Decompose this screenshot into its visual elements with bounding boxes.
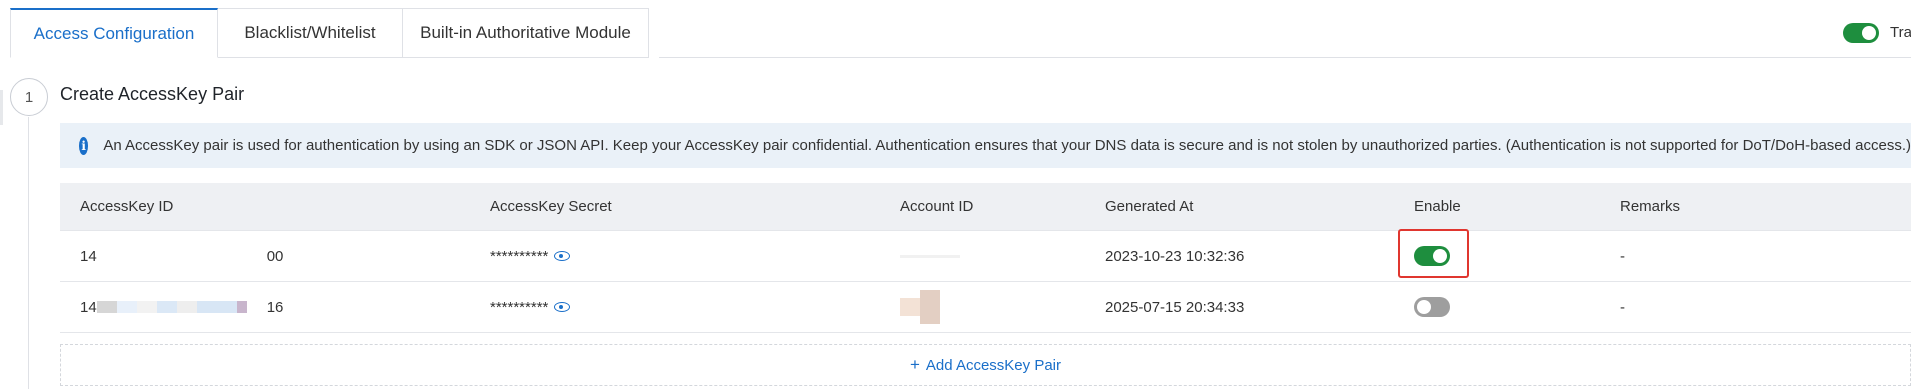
remarks: - (1620, 298, 1625, 316)
header-accesskey-id: AccessKey ID (80, 198, 174, 215)
account-id (900, 282, 940, 332)
alert-text: An AccessKey pair is used for authentica… (103, 137, 1911, 154)
redacted-block (920, 290, 940, 324)
enable-toggle[interactable] (1414, 297, 1450, 317)
eye-icon[interactable] (554, 251, 571, 261)
plus-icon: + (909, 355, 920, 374)
header-enable: Enable (1414, 198, 1461, 215)
step-number: 1 (10, 78, 48, 116)
accesskey-id: 14 16 (80, 282, 283, 332)
step-connector (28, 117, 29, 389)
accesskey-id-end: 00 (266, 247, 284, 265)
header-accesskey-secret: AccessKey Secret (490, 198, 612, 215)
tab-access-configuration[interactable]: Access Configuration (10, 8, 218, 58)
step-title: Create AccessKey Pair (60, 84, 245, 104)
accesskey-secret: ********** (490, 282, 571, 332)
accesskey-table: AccessKey ID AccessKey Secret Account ID… (60, 183, 1911, 333)
generated-at: 2025-07-15 20:34:33 (1105, 298, 1245, 316)
tab-bar: Access Configuration Blacklist/Whitelist… (10, 8, 649, 58)
header-generated-at: Generated At (1105, 198, 1194, 215)
tab-divider (659, 57, 1911, 58)
table-header: AccessKey ID AccessKey Secret Account ID… (60, 183, 1911, 231)
left-edge-marker (0, 90, 3, 125)
info-alert: i An AccessKey pair is used for authenti… (60, 123, 1911, 168)
info-icon: i (79, 136, 89, 155)
secret-mask: ********** (490, 247, 549, 265)
enable-cell (1414, 282, 1450, 332)
accesskey-id-end: 16 (266, 298, 284, 316)
traffic-toggle[interactable] (1843, 23, 1879, 43)
accesskey-id-start: 14 (80, 247, 97, 265)
highlight-box (1398, 229, 1469, 278)
redacted-block (900, 254, 960, 258)
remarks: - (1620, 247, 1625, 265)
accesskey-secret: ********** (490, 231, 571, 281)
table-row: 14 16 ********** 2025-07-15 20:34:33 - (60, 282, 1911, 333)
eye-icon[interactable] (554, 302, 571, 312)
accesskey-id: 14 00 (80, 231, 283, 281)
tab-blacklist-whitelist[interactable]: Blacklist/Whitelist (218, 8, 403, 58)
account-id (900, 231, 960, 281)
traffic-toggle-label: Tra (1890, 24, 1911, 41)
redacted-block (96, 298, 267, 316)
accesskey-id-start: 14 (80, 298, 97, 316)
header-account-id: Account ID (900, 198, 974, 215)
secret-mask: ********** (490, 298, 549, 316)
table-row: 14 00 ********** 2023-10-23 10:32:36 - (60, 231, 1911, 282)
tab-built-in-authoritative-module[interactable]: Built-in Authoritative Module (403, 8, 649, 58)
header-remarks: Remarks (1620, 198, 1681, 215)
generated-at: 2023-10-23 10:32:36 (1105, 247, 1245, 265)
add-accesskey-label: Add AccessKey Pair (925, 356, 1061, 374)
add-accesskey-button[interactable]: + Add AccessKey Pair (60, 344, 1911, 386)
redacted-block (900, 298, 920, 316)
